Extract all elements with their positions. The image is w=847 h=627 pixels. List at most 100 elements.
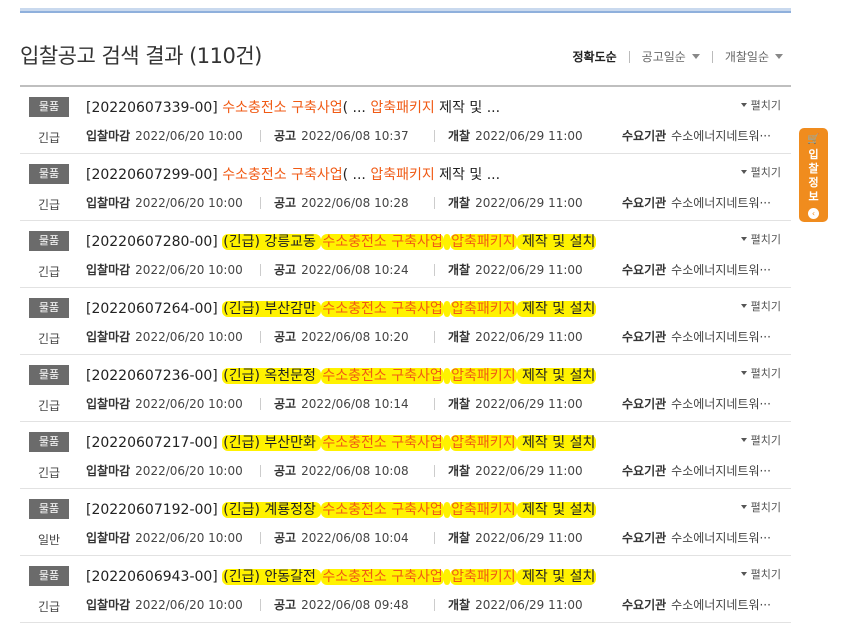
agency: 수요기관 수소에너지네트워··· — [622, 395, 771, 412]
bid-id: [20220606943-00] — [86, 569, 218, 585]
title-text-segment: 압축패키지 — [370, 100, 435, 116]
divider — [260, 264, 261, 276]
notice-date-label: 공고 — [274, 598, 297, 612]
agency-label: 수요기관 — [622, 531, 667, 545]
agency-label: 수요기관 — [622, 129, 667, 143]
bid-info-side-tab[interactable]: 🛒 입찰정보 ‹ — [799, 128, 828, 222]
divider — [434, 197, 435, 209]
urgency-label: 긴급 — [37, 466, 61, 480]
sort-opening-date[interactable]: 개찰일순 — [725, 48, 783, 65]
opening-date: 개찰 2022/06/29 11:00 — [448, 261, 583, 278]
agency: 수요기관 수소에너지네트워··· — [622, 596, 771, 613]
sort-notice-date-label: 공고일순 — [641, 50, 686, 64]
divider — [434, 130, 435, 142]
title-text-segment: 수소충전소 구축사업 — [222, 167, 343, 183]
triangle-down-icon — [740, 304, 747, 308]
table-row: 물품 긴급 [20220607299-00] 수소충전소 구축사업( ... 압축패… — [20, 154, 791, 221]
agency: 수요기관 수소에너지네트워··· — [622, 529, 771, 546]
notice-date-label: 공고 — [274, 531, 297, 545]
title-text-segment: 압축패키지 — [450, 435, 517, 451]
triangle-down-icon — [740, 371, 747, 375]
deadline-value: 2022/06/20 10:00 — [135, 263, 243, 277]
results-header: 입찰공고 검색 결과 (110건) 정확도순 공고일순 개찰일순 — [20, 40, 791, 70]
divider — [628, 50, 630, 63]
agency: 수요기관 수소에너지네트워··· — [622, 462, 771, 479]
bid-id: [20220607264-00] — [86, 301, 218, 317]
expand-button[interactable]: 펼치기 — [740, 566, 781, 582]
bid-title-link[interactable]: [20220606943-00] (긴급) 안동갈전 수소충전소 구축사업 압축… — [86, 566, 597, 588]
agency-label: 수요기관 — [622, 397, 667, 411]
bid-title-link[interactable]: [20220607280-00] (긴급) 강릉교동 수소충전소 구축사업 압축… — [86, 231, 597, 253]
bid-title-link[interactable]: [20220607264-00] (긴급) 부산감만 수소충전소 구축사업 압축… — [86, 298, 597, 320]
triangle-down-icon — [740, 438, 747, 442]
opening-date-value: 2022/06/29 11:00 — [475, 464, 583, 478]
results-list: 물품 긴급 [20220607339-00] 수소충전소 구축사업( ... 압축패… — [20, 85, 791, 623]
expand-button[interactable]: 펼치기 — [740, 432, 781, 448]
deadline-value: 2022/06/20 10:00 — [135, 129, 243, 143]
opening-date-value: 2022/06/29 11:00 — [475, 330, 583, 344]
title-text-segment: 압축패키지 — [450, 569, 517, 585]
agency: 수요기관 수소에너지네트워··· — [622, 194, 771, 211]
divider — [260, 532, 261, 544]
notice-date-value: 2022/06/08 10:08 — [301, 464, 409, 478]
category-badge: 물품 — [29, 298, 69, 318]
divider — [434, 398, 435, 410]
category-badge: 물품 — [29, 566, 69, 586]
title-text-segment: (긴급) 안동갈전 — [222, 569, 322, 585]
deadline: 입찰마감 2022/06/20 10:00 — [86, 194, 243, 211]
chevron-down-icon — [775, 54, 783, 59]
page-title: 입찰공고 검색 결과 (110건) — [20, 44, 262, 68]
chevron-down-icon — [691, 54, 700, 59]
deadline-label: 입찰마감 — [86, 598, 131, 612]
notice-date-label: 공고 — [274, 129, 297, 143]
sort-opening-date-label: 개찰일순 — [724, 50, 769, 64]
urgency-label: 긴급 — [37, 265, 61, 279]
table-row: 물품긴급 [20220606943-00] (긴급) 안동갈전 수소충전소 구축사… — [20, 556, 791, 623]
divider — [260, 331, 261, 343]
opening-date-label: 개찰 — [448, 464, 471, 478]
triangle-down-icon — [740, 572, 747, 576]
divider — [434, 331, 435, 343]
expand-button[interactable]: 펼치기 — [740, 298, 781, 314]
agency: 수요기관 수소에너지네트워··· — [622, 328, 771, 345]
sort-options: 정확도순 공고일순 개찰일순 — [572, 48, 783, 65]
expand-button[interactable]: 펼치기 — [740, 164, 781, 180]
category-badge: 물품 — [29, 164, 69, 184]
bid-title-link[interactable]: [20220607217-00] (긴급) 부산만화 수소충전소 구축사업 압축… — [86, 432, 597, 454]
agency-label: 수요기관 — [622, 196, 667, 210]
title-text-segment: 제작 및 설치 — [516, 301, 597, 317]
expand-button[interactable]: 펼치기 — [740, 365, 781, 381]
title-text-segment: (긴급) 강릉교동 — [222, 234, 322, 250]
opening-date: 개찰 2022/06/29 11:00 — [448, 529, 583, 546]
agency-label: 수요기관 — [622, 464, 667, 478]
title-text-segment: 제작 및 설치 — [516, 502, 597, 518]
notice-date-value: 2022/06/08 09:48 — [301, 598, 409, 612]
category-badge: 물품 — [29, 231, 69, 251]
bid-title-link[interactable]: [20220607236-00] (긴급) 옥천문정 수소충전소 구축사업 압축… — [86, 365, 597, 387]
notice-date-value: 2022/06/08 10:37 — [301, 129, 409, 143]
deadline: 입찰마감 2022/06/20 10:00 — [86, 328, 243, 345]
collapse-icon[interactable]: ‹ — [808, 208, 819, 219]
opening-date-value: 2022/06/29 11:00 — [475, 531, 583, 545]
expand-button[interactable]: 펼치기 — [740, 499, 781, 515]
agency-value: 수소에너지네트워··· — [671, 263, 771, 277]
opening-date-value: 2022/06/29 11:00 — [475, 129, 583, 143]
notice-date: 공고 2022/06/08 10:08 — [274, 462, 409, 479]
title-text-segment: 수소충전소 구축사업 — [321, 234, 444, 250]
title-text-segment: 압축패키지 — [370, 167, 435, 183]
urgency-label: 긴급 — [37, 600, 61, 614]
sort-notice-date[interactable]: 공고일순 — [642, 48, 700, 65]
title-text-segment: 제작 및 설치 — [516, 435, 597, 451]
agency-label: 수요기관 — [622, 263, 667, 277]
notice-date-label: 공고 — [274, 263, 297, 277]
divider — [434, 599, 435, 611]
deadline-label: 입찰마감 — [86, 464, 131, 478]
bid-title-link[interactable]: [20220607339-00] 수소충전소 구축사업( ... 압축패키지 제… — [86, 97, 500, 119]
deadline: 입찰마감 2022/06/20 10:00 — [86, 462, 243, 479]
table-row: 물품 일반 [20220607192-00] (긴급) 계룡정장 수소충전소 구축사… — [20, 489, 791, 556]
sort-accuracy[interactable]: 정확도순 — [572, 48, 616, 65]
bid-title-link[interactable]: [20220607299-00] 수소충전소 구축사업( ... 압축패키지 제… — [86, 164, 500, 186]
expand-button[interactable]: 펼치기 — [740, 97, 781, 113]
bid-title-link[interactable]: [20220607192-00] (긴급) 계룡정장 수소충전소 구축사업 압축… — [86, 499, 597, 521]
expand-button[interactable]: 펼치기 — [740, 231, 781, 247]
